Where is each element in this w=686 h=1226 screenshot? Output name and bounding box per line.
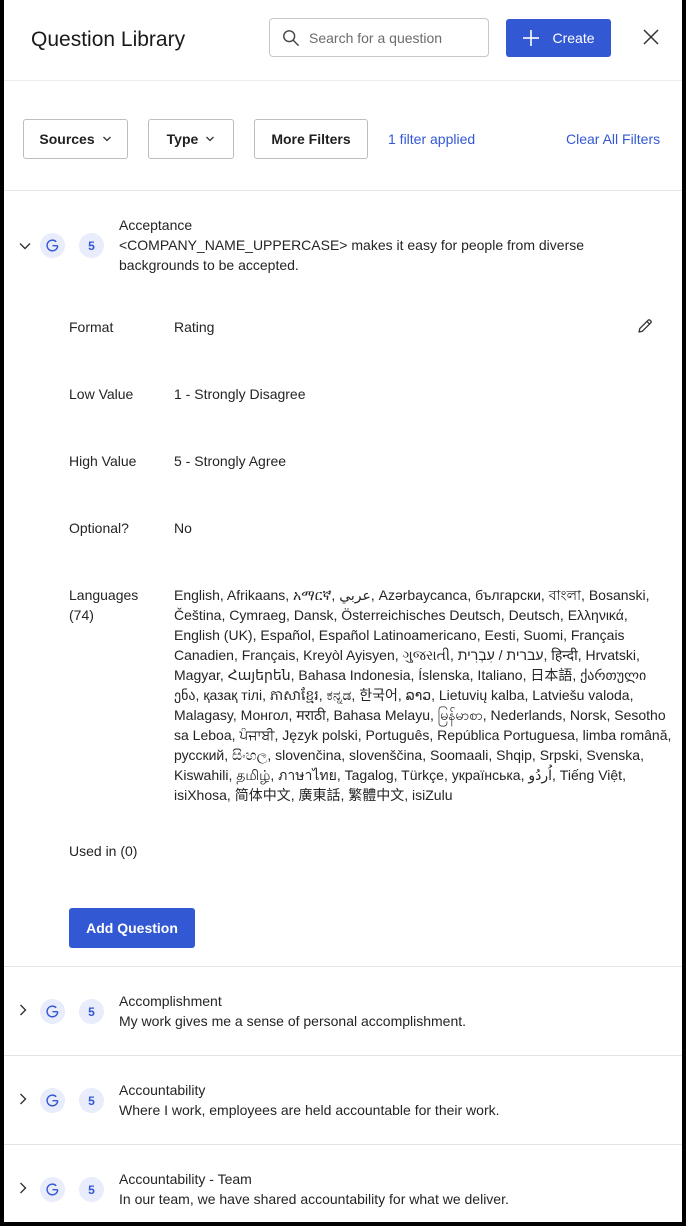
chevron-right-icon[interactable] (16, 1092, 30, 1106)
chevron-down-icon (206, 136, 215, 142)
chevron-down-icon (102, 136, 111, 142)
low-value: 1 - Strongly Disagree (174, 386, 306, 402)
question-name[interactable]: Accountability - Team (119, 1171, 252, 1187)
question-library-panel: Question Library Create Sources Type Mor… (4, 0, 682, 1222)
search-box[interactable] (269, 18, 489, 57)
question-text: In our team, we have shared accountabili… (119, 1191, 509, 1207)
create-label: Create (552, 30, 595, 46)
close-icon[interactable] (642, 28, 660, 46)
question-name[interactable]: Accountability (119, 1082, 205, 1098)
chevron-right-icon[interactable] (16, 1181, 30, 1195)
clear-all-filters-link[interactable]: Clear All Filters (566, 131, 660, 147)
pencil-icon[interactable] (636, 317, 654, 335)
question-name[interactable]: Acceptance (119, 217, 192, 233)
question-text: <COMPANY_NAME_UPPERCASE> makes it easy f… (119, 237, 585, 273)
source-badge (40, 233, 65, 258)
search-input[interactable] (309, 29, 479, 46)
format-label: Format (69, 319, 114, 335)
scale-count-badge: 5 (79, 233, 104, 258)
question-text: My work gives me a sense of personal acc… (119, 1013, 467, 1029)
chevron-right-icon[interactable] (16, 1003, 30, 1017)
optional-value: No (174, 520, 192, 536)
more-filters-button[interactable]: More Filters (254, 119, 368, 159)
question-name[interactable]: Accomplishment (119, 993, 222, 1009)
plus-icon (523, 30, 540, 46)
page-title: Question Library (31, 28, 186, 51)
question-row[interactable]: 5 Accountability - Team In our team, we … (4, 1145, 682, 1222)
more-filters-label: More Filters (271, 131, 351, 147)
type-label: Type (166, 131, 199, 147)
sources-label: Sources (39, 131, 95, 147)
chevron-down-icon[interactable] (18, 239, 32, 253)
languages-count: (74) (69, 607, 94, 623)
filters-applied-link[interactable]: 1 filter applied (388, 131, 475, 147)
format-value: Rating (174, 319, 215, 335)
type-filter-button[interactable]: Type (148, 119, 234, 159)
create-button[interactable]: Create (506, 19, 611, 57)
optional-label: Optional? (69, 520, 129, 536)
languages-value: English, Afrikaans, አማርኛ, عربي, Azərbayc… (174, 587, 672, 803)
question-row[interactable]: 5 Accomplishment My work gives me a sens… (4, 967, 682, 1056)
question-row[interactable]: 5 Accountability Where I work, employees… (4, 1056, 682, 1145)
scale-count-badge: 5 (79, 1088, 104, 1113)
scale-count-badge: 5 (79, 1177, 104, 1202)
question-text: Where I work, employees are held account… (119, 1102, 500, 1118)
high-value: 5 - Strongly Agree (174, 453, 287, 469)
sources-filter-button[interactable]: Sources (23, 119, 128, 159)
google-g-icon (46, 1183, 59, 1196)
scale-count-badge: 5 (79, 999, 104, 1024)
languages-label: Languages (69, 587, 139, 603)
high-value-label: High Value (69, 453, 137, 469)
google-g-icon (46, 1094, 59, 1107)
source-badge (40, 1088, 65, 1113)
filter-bar: Sources Type More Filters 1 filter appli… (4, 80, 682, 191)
search-icon (283, 29, 299, 46)
google-g-icon (46, 1005, 59, 1018)
source-badge (40, 999, 65, 1024)
add-question-button[interactable]: Add Question (69, 908, 195, 948)
low-value-label: Low Value (69, 386, 134, 402)
header: Question Library Create (4, 0, 682, 80)
used-in-label: Used in (0) (69, 843, 138, 859)
source-badge (40, 1177, 65, 1202)
google-g-icon (46, 239, 59, 252)
